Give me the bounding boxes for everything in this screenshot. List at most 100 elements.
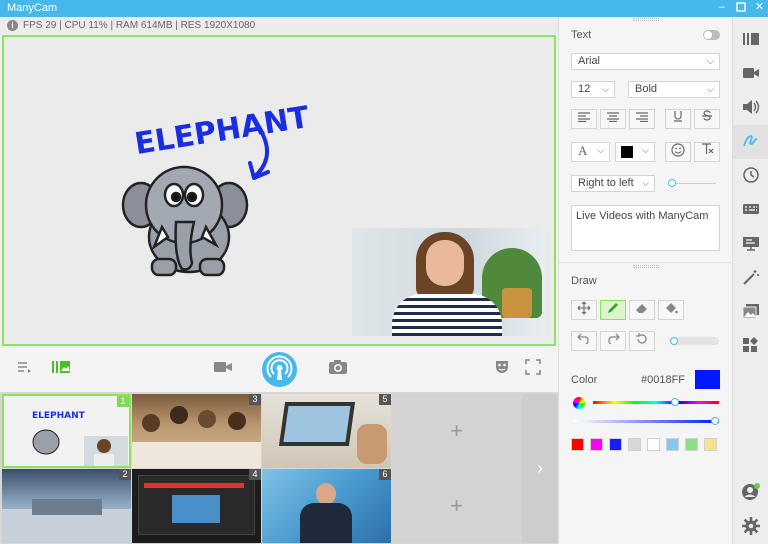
next-page-button[interactable]: ›	[522, 394, 558, 543]
strikethrough-button[interactable]	[694, 109, 720, 129]
video-camera-icon[interactable]	[213, 359, 233, 379]
font-size-value: 12	[578, 83, 591, 95]
palette-swatch[interactable]	[685, 438, 698, 451]
font-family-select[interactable]: Arial ⌵	[571, 53, 720, 70]
color-wheel-icon[interactable]	[573, 397, 585, 409]
snapshot-camera-icon[interactable]	[328, 359, 348, 379]
fill-tool-button[interactable]	[658, 300, 684, 320]
font-color-icon: A	[578, 143, 588, 158]
layers-icon[interactable]	[51, 359, 71, 379]
scene-number: 3	[249, 394, 261, 405]
settings-icon[interactable]	[733, 509, 768, 543]
brush-size-slider[interactable]	[670, 337, 719, 345]
clear-format-icon	[702, 143, 714, 154]
close-button[interactable]: ✕	[754, 2, 765, 13]
redo-button[interactable]	[600, 331, 626, 351]
pip-webcam-overlay[interactable]	[352, 228, 545, 336]
text-opacity-slider[interactable]	[668, 179, 716, 187]
refresh-icon	[636, 333, 647, 344]
add-scene-button[interactable]: +	[392, 469, 521, 543]
font-size-select[interactable]: 12 ⌵	[571, 81, 615, 98]
mask-icon[interactable]	[494, 359, 510, 379]
draw-icon[interactable]	[733, 125, 768, 159]
color-hex-value: #0018FF	[641, 374, 686, 386]
eraser-tool-button[interactable]	[629, 300, 655, 320]
audio-icon[interactable]	[733, 91, 768, 125]
scene-thumb-1[interactable]: ELEPHANT 1	[2, 394, 131, 468]
text-direction-select[interactable]: Right to left ⌵	[571, 175, 655, 192]
drag-handle[interactable]	[633, 265, 659, 268]
add-scene-button[interactable]: +	[392, 394, 521, 468]
hue-slider[interactable]	[593, 398, 719, 406]
clock-icon[interactable]	[733, 159, 768, 193]
align-right-button[interactable]	[629, 109, 655, 129]
opacity-slider[interactable]	[573, 417, 719, 425]
info-icon[interactable]: i	[7, 20, 18, 31]
scene-number: 5	[379, 394, 391, 405]
images-icon[interactable]	[733, 295, 768, 329]
broadcast-button[interactable]	[262, 352, 297, 387]
scene-thumb-3[interactable]: 3	[132, 394, 261, 468]
align-center-button[interactable]	[600, 109, 626, 129]
color-label: Color	[571, 374, 598, 386]
right-icon-bar	[732, 17, 768, 544]
draw-section-title: Draw	[571, 275, 597, 287]
palette-swatch[interactable]	[609, 438, 622, 451]
font-color-swatch	[621, 146, 633, 158]
slider-thumb[interactable]	[711, 417, 719, 425]
align-left-button[interactable]	[571, 109, 597, 129]
font-color-select[interactable]: ⌵	[615, 142, 655, 162]
slider-thumb[interactable]	[671, 398, 679, 406]
emoji-button[interactable]	[665, 142, 691, 162]
fullscreen-icon[interactable]	[525, 359, 541, 379]
palette-swatch[interactable]	[571, 438, 584, 451]
undo-icon	[577, 333, 589, 345]
reset-button[interactable]	[629, 331, 655, 351]
drag-handle[interactable]	[633, 18, 659, 21]
font-weight-select[interactable]: Bold ⌵	[628, 81, 720, 98]
palette-swatch[interactable]	[647, 438, 660, 451]
library-icon[interactable]	[733, 23, 768, 57]
scene-number: 6	[379, 469, 391, 480]
maximize-button[interactable]	[735, 2, 746, 13]
palette-swatch[interactable]	[666, 438, 679, 451]
current-color-swatch[interactable]	[695, 370, 720, 389]
chevron-down-icon: ⌵	[707, 84, 714, 94]
pen-tool-button[interactable]	[600, 300, 626, 320]
undo-button[interactable]	[571, 331, 597, 351]
widgets-icon[interactable]	[733, 329, 768, 363]
palette-swatch[interactable]	[628, 438, 641, 451]
palette-swatch[interactable]	[590, 438, 603, 451]
elephant-sticker	[121, 165, 249, 277]
smiley-icon	[671, 143, 685, 157]
playlist-icon[interactable]	[16, 359, 32, 379]
chevron-down-icon: ⌵	[642, 145, 649, 155]
palette-swatch[interactable]	[704, 438, 717, 451]
magic-wand-icon[interactable]	[733, 261, 768, 295]
minimize-button[interactable]: –	[716, 2, 727, 13]
redo-icon	[608, 333, 620, 345]
scene-thumb-6[interactable]: 6	[262, 469, 391, 543]
status-bar: i FPS 29 | CPU 11% | RAM 614MB | RES 192…	[0, 17, 558, 34]
move-tool-button[interactable]	[571, 300, 597, 320]
account-icon[interactable]	[733, 475, 768, 509]
slider-thumb[interactable]	[668, 179, 676, 187]
text-color-type-select[interactable]: A ⌵	[571, 142, 610, 162]
underline-button[interactable]	[665, 109, 691, 129]
underline-icon	[674, 111, 682, 122]
keyboard-icon[interactable]	[733, 193, 768, 227]
font-weight-value: Bold	[635, 83, 658, 95]
text-toggle[interactable]	[703, 30, 720, 40]
text-direction-value: Right to left	[578, 177, 634, 189]
clear-format-button[interactable]	[694, 142, 720, 162]
thumb1-text: ELEPHANT	[32, 411, 86, 421]
scene-thumb-4[interactable]: 4	[132, 469, 261, 543]
text-content-input[interactable]: Live Videos with ManyCam	[571, 205, 720, 251]
scene-thumb-2[interactable]: 2	[2, 469, 131, 543]
video-icon[interactable]	[733, 57, 768, 91]
slider-thumb[interactable]	[670, 337, 678, 345]
scene-thumb-5[interactable]: 5	[262, 394, 391, 468]
chevron-down-icon: ⌵	[602, 84, 609, 94]
presentation-icon[interactable]	[733, 227, 768, 261]
main-preview[interactable]: ELEPHANT	[2, 35, 556, 346]
